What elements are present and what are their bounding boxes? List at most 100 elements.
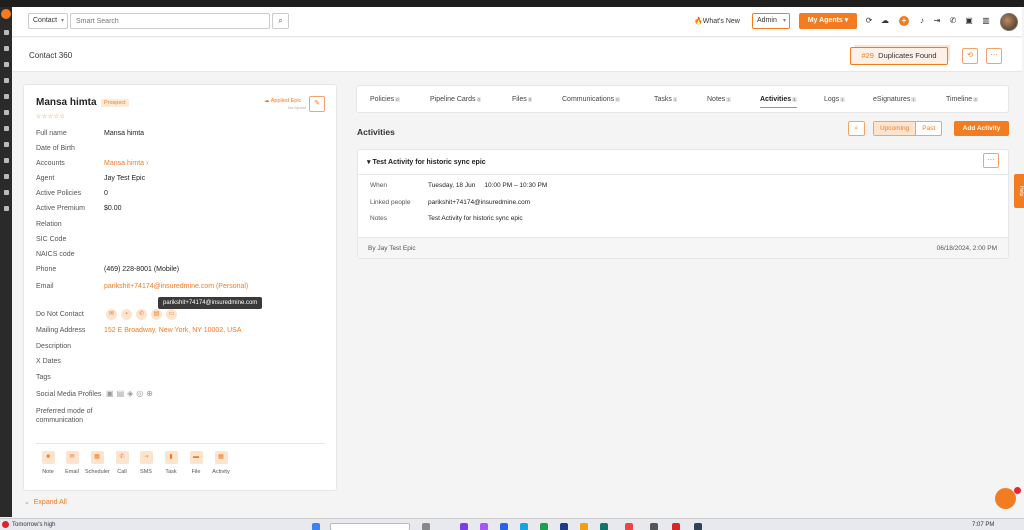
add-icon[interactable]: + — [899, 16, 909, 26]
past-filter-button[interactable]: Past — [915, 122, 941, 135]
file-action-button[interactable]: ▬ File — [184, 451, 208, 475]
instagram-icon[interactable]: ◎ — [136, 389, 143, 398]
email-link[interactable]: parikshit+74174@insuredmine.com (Persona… — [104, 283, 248, 290]
activity-action-button[interactable]: ▦ Activity — [209, 451, 233, 475]
tab-files[interactable]: Files 0 — [512, 96, 533, 103]
refresh-button[interactable]: ⟲ — [962, 48, 978, 64]
trash-icon[interactable]: ▥ — [981, 16, 991, 26]
linkedin-icon[interactable]: ▣ — [106, 389, 114, 398]
app-icon[interactable] — [480, 523, 488, 530]
tab-esignatures[interactable]: eSignatures 1 — [873, 96, 916, 103]
account-link[interactable]: Mansa himta › — [104, 160, 148, 167]
admin-select[interactable]: Admin ▾ — [752, 13, 790, 29]
nav-icon[interactable] — [3, 174, 9, 179]
app-icon[interactable] — [520, 523, 528, 530]
app-icon[interactable] — [600, 523, 608, 530]
app-icon[interactable] — [580, 523, 588, 530]
activities-heading: Activities — [357, 127, 395, 137]
tab-tasks[interactable]: Tasks 1 — [654, 96, 678, 103]
duplicates-found-button[interactable]: #29 Duplicates Found — [850, 47, 948, 65]
sync-icon[interactable]: ⟳ — [864, 16, 874, 26]
nav-icon[interactable] — [3, 94, 9, 99]
tab-count: 1 — [672, 97, 678, 102]
tab-notes[interactable]: Notes 1 — [707, 96, 731, 103]
twitter-icon[interactable]: ◈ — [127, 389, 133, 398]
app-icon[interactable] — [560, 523, 568, 530]
app-icon[interactable] — [500, 523, 508, 530]
chevron-right-icon: › — [146, 160, 149, 167]
start-icon[interactable] — [312, 523, 320, 530]
nav-icon[interactable] — [3, 190, 9, 195]
chat-launcher-icon[interactable] — [995, 488, 1016, 509]
note-action-button[interactable]: ■ Note — [36, 451, 60, 475]
chip-icon[interactable]: ▣ — [964, 16, 974, 26]
sms-action-button[interactable]: ⇢ SMS — [134, 451, 158, 475]
nav-icon[interactable] — [3, 78, 9, 83]
phone-icon[interactable]: ✆ — [948, 16, 958, 26]
message-icon[interactable]: ▭ — [166, 309, 177, 320]
nav-icon[interactable] — [3, 46, 9, 51]
context-select[interactable]: Contact ▾ — [28, 13, 68, 29]
activity-linked-value: parikshit+74174@insuredmine.com — [428, 199, 531, 206]
search-button[interactable]: ⌕ — [272, 13, 289, 29]
activity-more-button[interactable]: ⋯ — [983, 153, 999, 168]
app-icon[interactable] — [540, 523, 548, 530]
nav-icon[interactable] — [3, 126, 9, 131]
context-select-value: Contact — [33, 17, 58, 24]
nav-icon[interactable] — [3, 62, 9, 67]
website-icon[interactable]: ⊕ — [146, 389, 153, 398]
app-icon[interactable] — [694, 523, 702, 530]
email-icon[interactable]: ✉ — [106, 309, 117, 320]
upcoming-filter-button[interactable]: Upcoming — [874, 122, 916, 135]
tab-logs[interactable]: Logs 1 — [824, 96, 845, 103]
tab-pipeline-cards[interactable]: Pipeline Cards 0 — [430, 96, 482, 103]
field-label-email: Email — [36, 283, 54, 290]
nav-icon[interactable] — [3, 206, 9, 211]
edit-contact-button[interactable]: ✎ — [309, 96, 325, 112]
tab-label: eSignatures — [873, 96, 911, 103]
tab-communications[interactable]: Communications 0 — [562, 96, 620, 103]
expand-all-button[interactable]: ⌄ Expand All — [24, 498, 67, 506]
phone-icon[interactable]: ✆ — [136, 309, 147, 320]
task-action-button[interactable]: ▮ Task — [159, 451, 183, 475]
app-icon[interactable] — [460, 523, 468, 530]
more-options-button[interactable]: ⋯ — [986, 48, 1002, 64]
activities-search-button[interactable]: ⌕ — [848, 121, 865, 136]
app-icon[interactable] — [422, 523, 430, 530]
app-icon[interactable] — [672, 523, 680, 530]
app-icon[interactable] — [625, 523, 633, 530]
sms-icon[interactable]: ▤ — [151, 309, 162, 320]
app-icon[interactable] — [650, 523, 658, 530]
call-action-button[interactable]: ✆ Call — [110, 451, 134, 475]
user-avatar[interactable] — [1000, 13, 1018, 31]
nav-icon[interactable] — [3, 110, 9, 115]
taskbar-search-icon[interactable] — [330, 523, 410, 530]
add-activity-button[interactable]: Add Activity — [954, 121, 1009, 136]
field-label-do-not-contact: Do Not Contact — [36, 311, 84, 318]
smart-search-input[interactable] — [70, 13, 270, 29]
nav-icon[interactable] — [3, 30, 9, 35]
signout-icon[interactable]: ⇥ — [932, 16, 942, 26]
applied-epic-link[interactable]: ☁ Applied Epic — [264, 98, 301, 104]
tab-policies[interactable]: Policies 0 — [370, 96, 400, 103]
tab-timeline[interactable]: Timeline 4 — [946, 96, 978, 103]
tab-count: 0 — [615, 97, 620, 102]
activity-title[interactable]: ▾ Test Activity for historic sync epic — [367, 158, 486, 166]
mailing-address-link[interactable]: 152 E Broadway, New York, NY 10002, USA — [104, 327, 242, 334]
nav-icon[interactable] — [3, 158, 9, 163]
app-logo-icon[interactable] — [1, 9, 11, 19]
cloud-icon[interactable]: ☁ — [880, 16, 890, 26]
phone-value[interactable]: (469) 228-8001 (Mobile) — [104, 266, 179, 273]
nav-icon[interactable] — [3, 142, 9, 147]
email-action-button[interactable]: ✉ Email — [60, 451, 84, 475]
facebook-icon[interactable]: ▤ — [117, 389, 125, 398]
rating-stars[interactable]: ☆☆☆☆☆ — [36, 113, 65, 120]
my-agents-button[interactable]: My Agents ▾ — [799, 13, 857, 29]
chat-icon[interactable]: ▪ — [121, 309, 132, 320]
whats-new-link[interactable]: 🔥What's New — [694, 17, 740, 25]
tab-activities[interactable]: Activities 1 — [760, 96, 797, 108]
bell-icon[interactable]: ♪ — [917, 16, 927, 26]
help-tab[interactable]: Help — [1014, 174, 1024, 208]
taskbar-weather[interactable]: Tomorrow's high — [12, 522, 56, 528]
scheduler-action-button[interactable]: ▦ Scheduler — [85, 451, 110, 475]
